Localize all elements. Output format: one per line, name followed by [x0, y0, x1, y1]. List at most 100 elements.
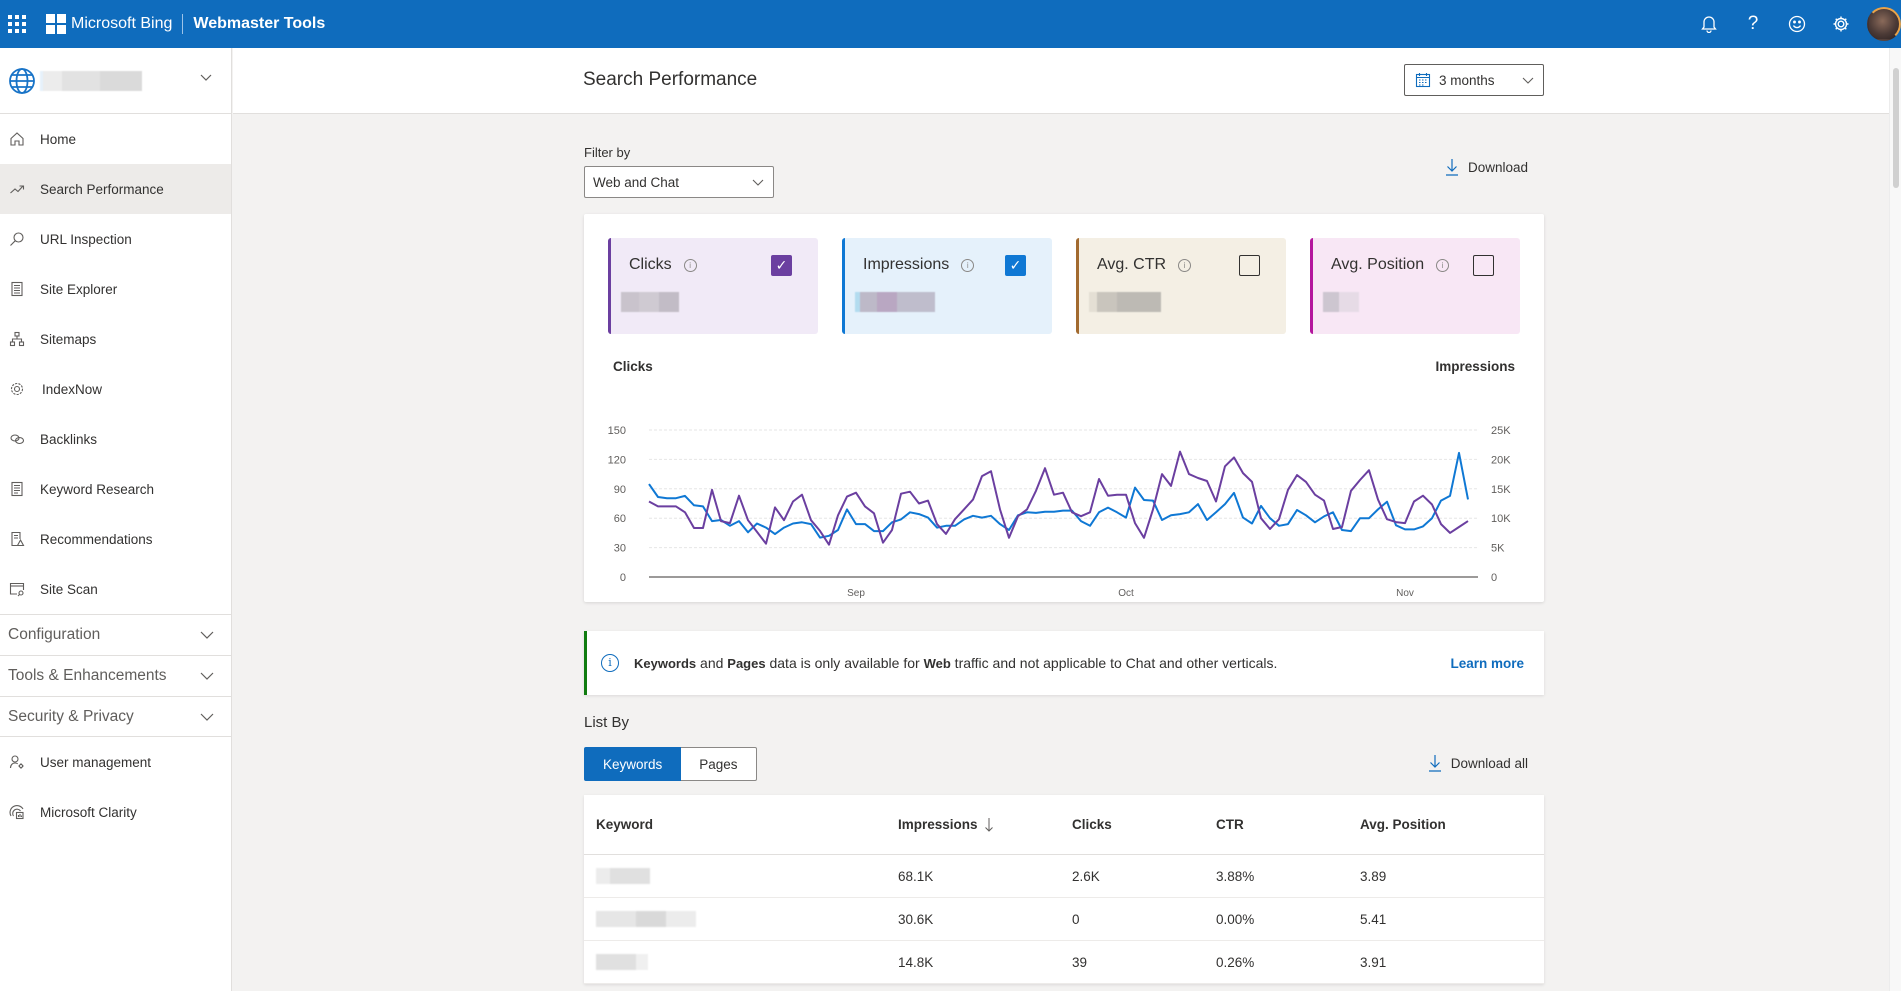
product-name[interactable]: Webmaster Tools	[193, 15, 325, 33]
list-by-label: List By	[584, 714, 630, 731]
sidebar-item-keyword-research[interactable]: Keyword Research	[0, 464, 231, 514]
info-icon: i	[601, 654, 619, 672]
sidebar-item-microsoft-clarity[interactable]: Microsoft Clarity	[0, 787, 231, 837]
right-axis-tick-label: 10K	[1491, 513, 1511, 525]
right-axis-tick-label: 15K	[1491, 484, 1511, 496]
keyword-cell[interactable]	[584, 898, 898, 940]
performance-line-chart[interactable]: 0 0 30 5K 60 10K 90 15K 120 20K 150 25K Sep Oct Nov	[584, 374, 1544, 599]
sidebar-item-backlinks[interactable]: Backlinks	[0, 414, 231, 464]
metric-tile-avg-position[interactable]: Avg. Position i	[1310, 238, 1520, 334]
sidebar-item-home[interactable]: Home	[0, 114, 231, 164]
help-button[interactable]: ?	[1731, 0, 1775, 48]
settings-button[interactable]	[1819, 0, 1863, 48]
impressions-cell: 14.8K	[898, 954, 934, 970]
sidebar-item-search-performance[interactable]: Search Performance	[0, 164, 231, 214]
sidebar-item-label: User management	[40, 754, 152, 770]
app-launcher-icon[interactable]	[8, 15, 26, 33]
table-row[interactable]: 14.8K 39 0.26% 3.91	[584, 941, 1544, 984]
metric-tile-impressions[interactable]: Impressions i ✓	[842, 238, 1052, 334]
page-scrollbar[interactable]	[1889, 48, 1901, 991]
sidebar-item-label: Site Scan	[40, 581, 98, 597]
feedback-button[interactable]	[1775, 0, 1819, 48]
metric-checkbox-avg-ctr[interactable]	[1239, 255, 1260, 276]
keyword-cell[interactable]	[584, 855, 898, 897]
sidebar-item-label: Search Performance	[40, 181, 164, 197]
sidebar-group-tools-enhancements[interactable]: Tools & Enhancements	[0, 655, 231, 696]
sidebar-item-label: Keyword Research	[40, 481, 155, 497]
gear-icon	[1833, 16, 1849, 32]
info-icon[interactable]: i	[961, 258, 975, 272]
column-header-avg-position[interactable]: Avg. Position	[1360, 817, 1544, 832]
table-row[interactable]: 30.6K 0 0.00% 5.41	[584, 898, 1544, 941]
sidebar-item-indexnow[interactable]: IndexNow	[0, 364, 231, 414]
brand-name[interactable]: Microsoft Bing	[71, 15, 172, 33]
learn-more-link[interactable]: Learn more	[1450, 656, 1524, 671]
x-axis-tick-label: Nov	[1396, 588, 1414, 599]
link-icon	[8, 430, 26, 448]
info-icon[interactable]: i	[1178, 258, 1192, 272]
sidebar-group-configuration[interactable]: Configuration	[0, 614, 231, 655]
download-icon	[1445, 159, 1458, 176]
table-row[interactable]: 68.1K 2.6K 3.88% 3.89	[584, 855, 1544, 898]
sidebar-item-url-inspection[interactable]: URL Inspection	[0, 214, 231, 264]
column-header-ctr[interactable]: CTR	[1216, 817, 1360, 832]
download-all-button[interactable]: Download all	[1427, 754, 1528, 772]
download-button[interactable]: Download	[1444, 158, 1528, 176]
metric-checkbox-avg-position[interactable]	[1473, 255, 1494, 276]
info-banner: i Keywords and Pages data is only availa…	[584, 631, 1544, 695]
column-header-label: Impressions	[898, 817, 978, 832]
metric-value-redacted	[855, 292, 935, 312]
left-axis-tick-label: 120	[608, 454, 626, 466]
impressions-cell: 30.6K	[898, 911, 934, 927]
trending-up-icon	[8, 180, 26, 198]
sort-descending-icon	[984, 817, 993, 832]
sidebar-item-label: Backlinks	[40, 431, 98, 447]
metric-checkbox-clicks[interactable]: ✓	[771, 255, 792, 276]
chevron-down-icon[interactable]	[199, 70, 213, 84]
date-range-dropdown[interactable]: 3 months	[1404, 64, 1544, 96]
sidebar-item-user-management[interactable]: User management	[0, 737, 231, 787]
x-axis-tick-label: Sep	[847, 588, 865, 599]
metric-tile-clicks[interactable]: Clicks i ✓	[608, 238, 818, 334]
sidebar-item-label: Recommendations	[40, 531, 153, 547]
sidebar-group-security-privacy[interactable]: Security & Privacy	[0, 696, 231, 737]
column-header-clicks[interactable]: Clicks	[1072, 817, 1216, 832]
notifications-button[interactable]	[1687, 0, 1731, 48]
sidebar-item-label: URL Inspection	[40, 231, 132, 247]
metric-value-redacted	[621, 292, 679, 312]
chevron-down-icon	[752, 179, 764, 186]
clarity-icon	[8, 803, 26, 821]
site-selector[interactable]	[0, 48, 231, 114]
sidebar-item-site-scan[interactable]: Site Scan	[0, 564, 231, 614]
clicks-cell: 0	[1072, 911, 1080, 927]
left-axis-tick-label: 90	[614, 484, 626, 496]
info-icon[interactable]: i	[1436, 258, 1450, 272]
group-label: Configuration	[8, 626, 101, 643]
column-header-keyword[interactable]: Keyword	[584, 795, 898, 854]
tab-pages[interactable]: Pages	[681, 747, 757, 781]
page-header: Search Performance 3 months	[233, 48, 1901, 114]
user-avatar[interactable]	[1867, 7, 1901, 41]
chart-left-axis-label: Clicks	[613, 359, 653, 374]
sidebar-item-label: Sitemaps	[40, 331, 97, 347]
metric-checkbox-impressions[interactable]: ✓	[1005, 255, 1026, 276]
left-axis-tick-label: 60	[614, 513, 626, 525]
download-icon	[1428, 755, 1441, 772]
metric-label: Clicks	[629, 256, 672, 273]
sidebar-item-label: IndexNow	[42, 381, 103, 397]
scrollbar-thumb[interactable]	[1893, 68, 1899, 188]
metric-value-redacted	[1089, 292, 1161, 312]
filter-dropdown[interactable]: Web and Chat	[584, 166, 774, 198]
table-header: Keyword Impressions Clicks CTR Avg. Posi…	[584, 795, 1544, 855]
list-by-toggle: Keywords Pages	[584, 747, 757, 781]
info-icon[interactable]: i	[683, 258, 697, 272]
filter-value: Web and Chat	[593, 174, 680, 190]
column-header-impressions[interactable]: Impressions	[898, 817, 1072, 833]
tab-keywords[interactable]: Keywords	[584, 747, 682, 781]
sidebar-item-site-explorer[interactable]: Site Explorer	[0, 264, 231, 314]
sidebar-item-sitemaps[interactable]: Sitemaps	[0, 314, 231, 364]
sidebar-item-recommendations[interactable]: Recommendations	[0, 514, 231, 564]
sitemap-icon	[8, 330, 26, 348]
keyword-cell[interactable]	[584, 941, 898, 983]
metric-tile-avg-ctr[interactable]: Avg. CTR i	[1076, 238, 1286, 334]
